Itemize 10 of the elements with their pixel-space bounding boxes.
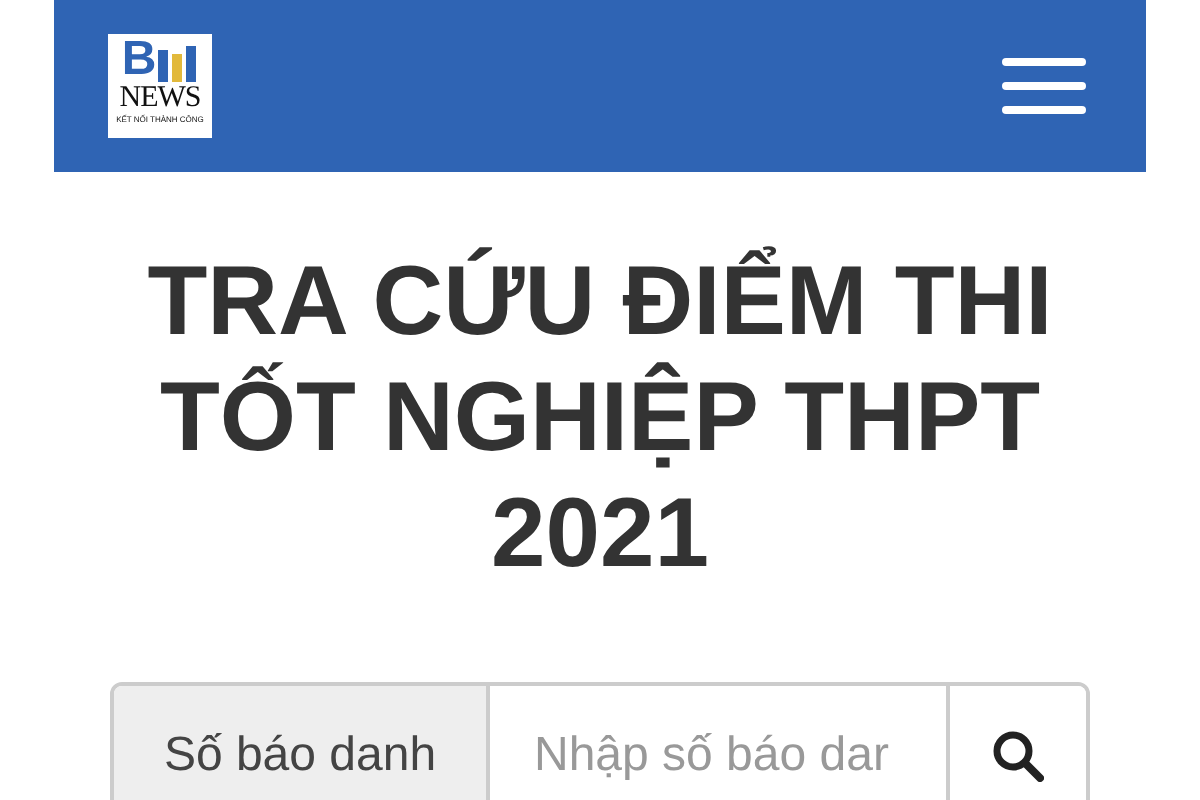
- page-title: 2021: [490, 478, 709, 592]
- search-icon: [992, 730, 1044, 782]
- page-title: TỐT NGHIỆP THPT: [159, 360, 1041, 476]
- logo-letter: B: [121, 38, 157, 82]
- menu-icon: [1002, 56, 1086, 116]
- page-title: TRA CỨU ĐIỂM THI: [147, 244, 1053, 360]
- logo-word: NEWS: [119, 82, 201, 114]
- bars-icon: [158, 46, 199, 82]
- field-label: Số báo danh: [114, 686, 490, 800]
- search-bar[interactable]: Số báo danh Nhập số báo dar: [110, 682, 1090, 800]
